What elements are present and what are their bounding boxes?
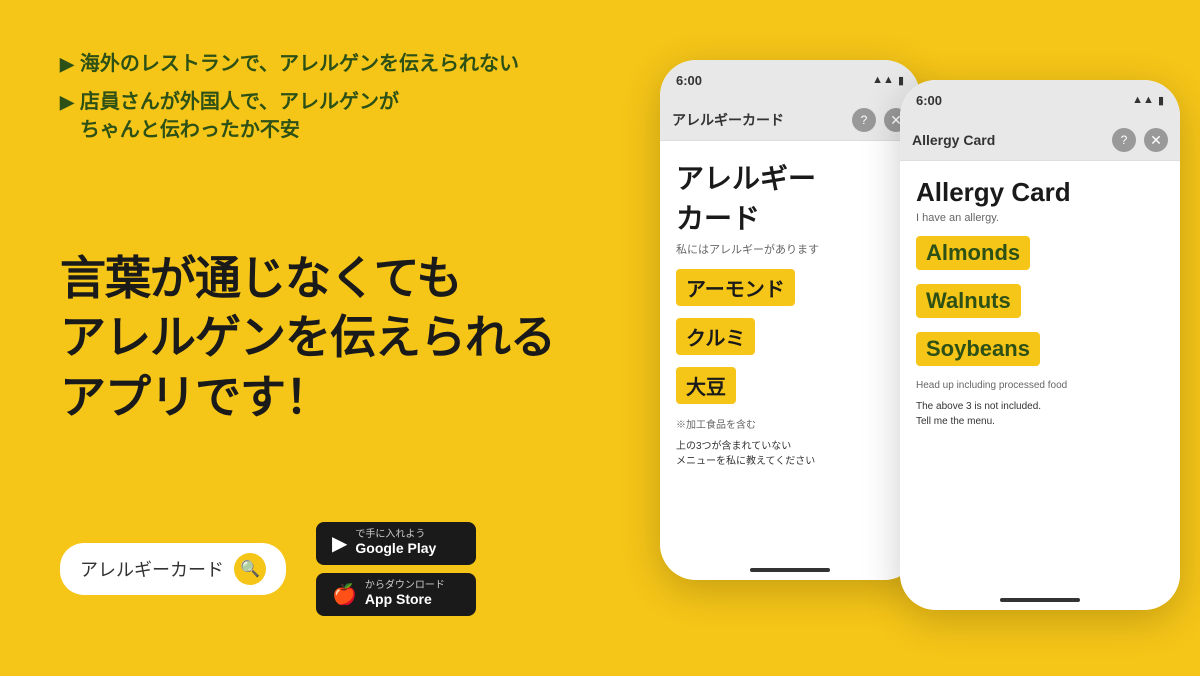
phone-front-header-actions: ? ✕: [1112, 128, 1168, 152]
phone-front-allergen-0: Almonds: [916, 236, 1164, 284]
phone-front-app-header: Allergy Card ? ✕: [900, 120, 1180, 161]
phone-front-app-content: Allergy Card I have an allergy. Almonds …: [900, 161, 1180, 610]
wifi-icon: ▲▲: [872, 74, 894, 86]
headline-line1: 言葉が通じなくても: [60, 252, 461, 304]
phone-front-header-title: Allergy Card: [912, 132, 995, 148]
app-store-text: からダウンロード App Store: [365, 581, 445, 608]
phone-back-home-bar: [750, 568, 830, 572]
allergen-en-walnuts: Walnuts: [916, 284, 1021, 318]
phone-front-status-bar: 6:00 ▲▲ ▮: [900, 80, 1180, 120]
bullet-item-2: ▶ 店員さんが外国人で、アレルゲンがちゃんと伝わったか不安: [60, 88, 580, 144]
battery-icon-front: ▮: [1158, 94, 1164, 107]
phone-front-subtitle: I have an allergy.: [916, 212, 1164, 224]
headline-text: 言葉が通じなくても アレルゲンを伝えられる アプリです！: [60, 249, 580, 428]
app-store-label: からダウンロード: [365, 581, 445, 591]
allergen-ja-walnuts: クルミ: [676, 318, 755, 355]
bullet-item-1: ▶ 海外のレストランで、アレルゲンを伝えられない: [60, 50, 580, 78]
app-store-name: App Store: [365, 591, 445, 608]
search-text: アレルギーカード: [80, 556, 224, 582]
allergen-ja-almonds: アーモンド: [676, 269, 795, 306]
main-container: ▶ 海外のレストランで、アレルゲンを伝えられない ▶ 店員さんが外国人で、アレル…: [0, 0, 1200, 676]
phone-back-header-title: アレルギーカード: [672, 110, 784, 130]
right-content: 6:00 ▲▲ ▮ アレルギーカード ? ✕ アレルギーカード 私にはアレルギー…: [620, 0, 1200, 676]
phone-front-home-bar: [1000, 598, 1080, 602]
search-icon[interactable]: 🔍: [234, 553, 266, 585]
phone-front-allergen-2: Soybeans: [916, 332, 1164, 380]
google-play-text: で手に入れよう Google Play: [355, 530, 436, 557]
allergen-ja-soybeans: 大豆: [676, 367, 736, 404]
phone-front-time: 6:00: [916, 93, 942, 108]
app-store-button[interactable]: 🍎 からダウンロード App Store: [316, 573, 476, 616]
phone-back-allergen-0: アーモンド: [676, 269, 904, 318]
bullet-arrow-1: ▶: [60, 52, 74, 77]
headline-line2: アレルゲンを伝えられる: [60, 311, 555, 363]
google-play-button[interactable]: ▶ で手に入れよう Google Play: [316, 522, 476, 565]
bullet-text-2: 店員さんが外国人で、アレルゲンがちゃんと伝わったか不安: [80, 88, 399, 144]
phone-back-app-title: アレルギーカード: [676, 157, 904, 237]
phone-back-note: ※加工食品を含む: [676, 416, 904, 431]
headline-line3: アプリです！: [60, 371, 330, 423]
store-buttons: ▶ で手に入れよう Google Play 🍎 からダウンロード App Sto…: [316, 522, 476, 616]
phone-back-subtitle: 私にはアレルギーがあります: [676, 241, 904, 257]
phone-front-notch: [1000, 80, 1080, 100]
apple-icon: 🍎: [332, 582, 357, 607]
allergen-en-soybeans: Soybeans: [916, 332, 1040, 366]
phone-front-app-title: Allergy Card: [916, 177, 1164, 208]
phone-front-request: The above 3 is not included.Tell me the …: [916, 399, 1164, 429]
phone-front-note: Head up including processed food: [916, 380, 1164, 391]
google-play-label: で手に入れよう: [355, 530, 436, 540]
phone-front-allergen-1: Walnuts: [916, 284, 1164, 332]
google-play-name: Google Play: [355, 540, 436, 557]
phone-back-app-content: アレルギーカード 私にはアレルギーがあります アーモンド クルミ 大豆 ※加工食…: [660, 141, 920, 580]
bullet-arrow-2: ▶: [60, 90, 74, 115]
bullet-text-1: 海外のレストランで、アレルゲンを伝えられない: [80, 50, 519, 78]
allergen-en-almonds: Almonds: [916, 236, 1030, 270]
phone-front-close-btn[interactable]: ✕: [1144, 128, 1168, 152]
phone-back-help-btn[interactable]: ?: [852, 108, 876, 132]
phone-back-allergen-1: クルミ: [676, 318, 904, 367]
search-bar[interactable]: アレルギーカード 🔍: [60, 543, 286, 595]
bullet-section: ▶ 海外のレストランで、アレルゲンを伝えられない ▶ 店員さんが外国人で、アレル…: [60, 50, 580, 154]
phone-back-status-bar: 6:00 ▲▲ ▮: [660, 60, 920, 100]
phone-back-request: 上の3つが含まれていないメニューを私に教えてください: [676, 439, 904, 469]
phone-back-app-header: アレルギーカード ? ✕: [660, 100, 920, 141]
google-play-icon: ▶: [332, 531, 347, 556]
headline-section: 言葉が通じなくても アレルゲンを伝えられる アプリです！: [60, 249, 580, 428]
phone-back-notch: [750, 60, 830, 80]
phone-back-allergen-2: 大豆: [676, 367, 904, 416]
phone-front: 6:00 ▲▲ ▮ Allergy Card ? ✕ Allergy Card …: [900, 80, 1180, 610]
phone-front-status-icons: ▲▲ ▮: [1132, 94, 1164, 107]
left-content: ▶ 海外のレストランで、アレルゲンを伝えられない ▶ 店員さんが外国人で、アレル…: [0, 0, 620, 676]
wifi-icon-front: ▲▲: [1132, 94, 1154, 106]
bottom-section: アレルギーカード 🔍 ▶ で手に入れよう Google Play 🍎 からダウン…: [60, 522, 580, 616]
phone-back: 6:00 ▲▲ ▮ アレルギーカード ? ✕ アレルギーカード 私にはアレルギー…: [660, 60, 920, 580]
phone-front-help-btn[interactable]: ?: [1112, 128, 1136, 152]
phone-back-time: 6:00: [676, 73, 702, 88]
